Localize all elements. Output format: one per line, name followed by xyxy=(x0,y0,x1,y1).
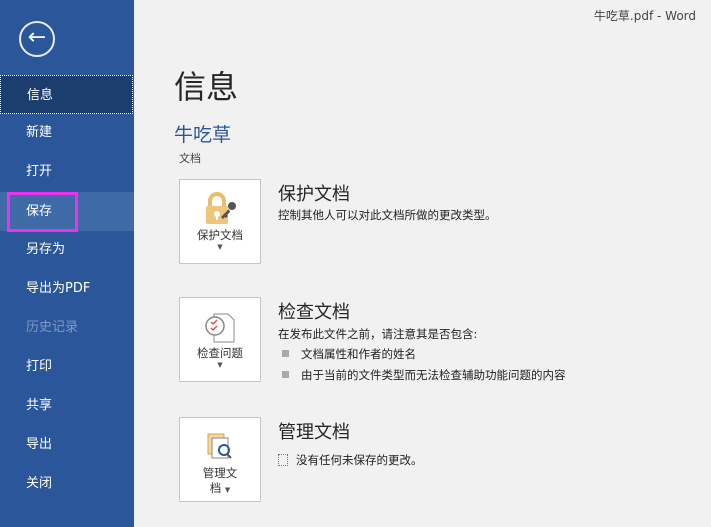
nav-history: 历史记录 xyxy=(26,320,79,335)
inspect-heading: 检查文档 xyxy=(278,302,350,323)
nav-close[interactable]: 关闭 xyxy=(0,464,134,503)
check-issues-button[interactable]: 检查问题 ▼ xyxy=(179,297,261,382)
arrow-left-icon: ← xyxy=(27,25,47,50)
nav-new[interactable]: 新建 xyxy=(0,113,134,152)
lock-key-icon xyxy=(180,190,260,228)
document-type: 文档 xyxy=(179,152,201,165)
dropdown-arrow-icon: ▼ xyxy=(217,243,223,251)
document-name: 牛吃草 xyxy=(174,124,232,146)
page-title: 信息 xyxy=(174,68,239,106)
manage-description: 没有任何未保存的更改。 xyxy=(278,452,423,468)
highlight-box xyxy=(7,192,78,232)
window-title: 牛吃草.pdf - Word xyxy=(593,9,696,23)
protect-description: 控制其他人可以对此文档所做的更改类型。 xyxy=(278,208,497,222)
back-button[interactable]: ← xyxy=(19,21,55,57)
dropdown-arrow-icon: ▼ xyxy=(217,361,223,369)
nav-save-as[interactable]: 另存为 xyxy=(0,230,134,269)
protect-heading: 保护文档 xyxy=(278,184,350,205)
manage-heading: 管理文档 xyxy=(278,422,350,443)
manage-document-icon xyxy=(180,428,260,466)
nav-export-pdf[interactable]: 导出为PDF xyxy=(0,269,134,308)
nav-share[interactable]: 共享 xyxy=(0,386,134,425)
inspect-document-icon xyxy=(180,308,260,346)
dropdown-arrow-icon: ▼ xyxy=(224,486,231,494)
protect-document-button[interactable]: 保护文档 ▼ xyxy=(179,179,261,264)
inspect-bullet: 由于当前的文件类型而无法检查辅助功能问题的内容 xyxy=(282,367,566,383)
bullet-icon xyxy=(282,371,289,378)
nav-open[interactable]: 打开 xyxy=(0,152,134,191)
nav-export[interactable]: 导出 xyxy=(0,425,134,464)
nav-info[interactable]: 信息 xyxy=(0,75,133,114)
document-icon xyxy=(278,454,288,466)
nav-print[interactable]: 打印 xyxy=(0,347,134,386)
backstage-sidebar: ← 信息 新建 打开 保存 另存为 导出为PDF 历史记录 打印 共享 导出 关… xyxy=(0,0,134,527)
inspect-description: 在发布此文件之前，请注意其是否包含: xyxy=(278,327,478,341)
bullet-icon xyxy=(282,350,289,357)
manage-document-button[interactable]: 管理文 档 ▼ xyxy=(179,417,261,502)
inspect-bullet: 文档属性和作者的姓名 xyxy=(282,346,416,362)
